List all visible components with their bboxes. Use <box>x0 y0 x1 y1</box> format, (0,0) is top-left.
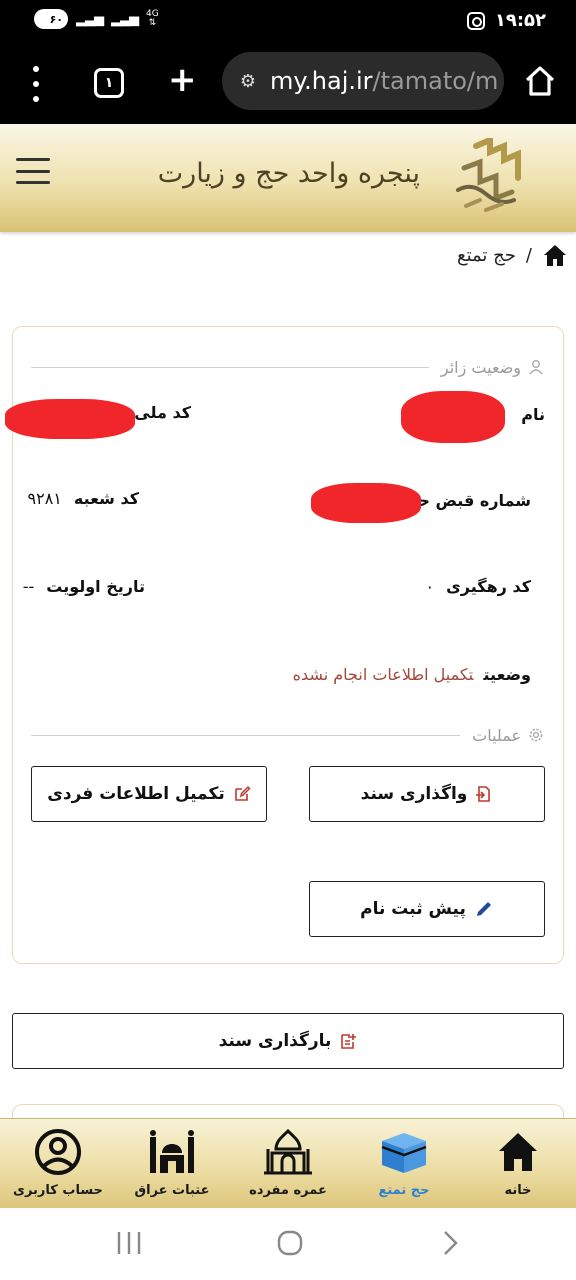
breadcrumb-separator: / <box>525 244 532 266</box>
pilgrim-status-header: وضعیت زائر <box>31 355 545 379</box>
browser-home-icon[interactable] <box>524 64 556 98</box>
url-path: /tamato/m <box>372 67 499 95</box>
browser-toolbar: ۱ + ⚙ my.haj.ir/tamato/m <box>0 44 576 124</box>
recent-apps-icon[interactable] <box>116 1228 142 1258</box>
pencil-icon <box>474 899 494 919</box>
battery-level: ۶۰ <box>49 12 63 26</box>
branch-code-field: کد شعبه۹۲۸۱ <box>27 489 140 508</box>
operations-title: عملیات <box>472 725 521 745</box>
account-icon <box>35 1129 81 1175</box>
new-tab-icon[interactable]: + <box>168 60 197 100</box>
network-type: 4G ⇅ <box>146 9 159 28</box>
signal-icon: ▂▃▅ <box>76 11 104 27</box>
redaction-mark <box>401 391 505 443</box>
nav-home-label: خانه <box>504 1183 532 1198</box>
status-value: تکمیل اطلاعات انجام نشده <box>292 665 474 684</box>
system-nav-bar <box>0 1208 576 1280</box>
nav-umrah[interactable]: عمره مفرده <box>238 1127 338 1207</box>
battery-icon: ۶۰ <box>34 9 68 29</box>
tab-count: ۱ <box>104 75 114 91</box>
url-host: my.haj.ir <box>270 67 373 95</box>
kaaba-icon <box>381 1133 427 1173</box>
site-title: پنجره واحد حج و زیارت <box>157 158 420 189</box>
home-icon[interactable] <box>542 243 568 267</box>
pilgrim-status-title: وضعیت زائر <box>440 357 521 377</box>
complete-info-label: تکمیل اطلاعات فردی <box>47 784 225 804</box>
upload-document-button[interactable]: بارگذاری سند <box>12 1013 564 1069</box>
edit-icon <box>233 785 251 803</box>
more-menu-icon[interactable] <box>24 66 48 102</box>
transfer-document-icon <box>475 785 493 803</box>
breadcrumb: / حج تمتع <box>457 240 568 270</box>
address-bar[interactable]: ⚙ my.haj.ir/tamato/m <box>222 52 504 110</box>
priority-date-field: تاریخ اولویت-- <box>22 577 145 596</box>
nav-umrah-label: عمره مفرده <box>249 1183 327 1198</box>
home-button-icon[interactable] <box>276 1228 304 1258</box>
instagram-icon <box>466 11 485 30</box>
nav-home[interactable]: خانه <box>468 1127 568 1207</box>
nav-atabat-label: عتبات عراق <box>134 1183 210 1198</box>
home-icon <box>499 1133 537 1171</box>
site-header: پنجره واحد حج و زیارت <box>0 124 576 232</box>
back-icon[interactable] <box>440 1228 462 1258</box>
clock: ۱۹:۵۲ <box>494 10 546 31</box>
hamburger-menu-icon[interactable] <box>16 158 50 184</box>
divider <box>31 734 461 736</box>
nav-atabat[interactable]: عتبات عراق <box>122 1127 222 1207</box>
upload-icon <box>339 1032 357 1050</box>
nav-hajj-tamattu[interactable]: حج تمتع <box>354 1127 454 1207</box>
nav-hajj-label: حج تمتع <box>378 1183 430 1198</box>
status-bar: ۶۰ ▂▃▅ ▂▃▅ 4G ⇅ ۱۹:۵۲ <box>0 0 576 44</box>
national-code-field: کد ملی <box>134 403 191 422</box>
breadcrumb-current: حج تمتع <box>457 244 516 266</box>
operations-header: عملیات <box>31 723 545 747</box>
pilgrim-card: وضعیت زائر نام کد ملی شماره قبض حج کد شع… <box>5 326 564 964</box>
url-text: my.haj.ir/tamato/m <box>270 67 498 95</box>
mosque-icon <box>264 1128 312 1175</box>
divider <box>31 366 429 368</box>
bottom-nav: خانه حج تمتع عمره مفرده عتبات عراق حساب … <box>0 1118 576 1208</box>
transfer-document-label: واگذاری سند <box>360 784 468 804</box>
nav-account[interactable]: حساب کاربری <box>8 1127 108 1207</box>
upload-document-label: بارگذاری سند <box>218 1031 332 1051</box>
name-field: نام <box>521 405 545 424</box>
status-field: وضعیتتکمیل اطلاعات انجام نشده <box>292 665 531 684</box>
transfer-document-button[interactable]: واگذاری سند <box>309 766 545 822</box>
shrine-icon <box>150 1130 194 1173</box>
signal-icon-2: ▂▃▅ <box>111 11 139 27</box>
pre-register-button[interactable]: پیش ثبت نام <box>309 881 545 937</box>
tab-switcher-button[interactable]: ۱ <box>94 68 124 98</box>
nav-account-label: حساب کاربری <box>13 1183 103 1198</box>
site-settings-icon[interactable]: ⚙ <box>234 71 262 92</box>
complete-info-button[interactable]: تکمیل اطلاعات فردی <box>31 766 267 822</box>
pre-register-label: پیش ثبت نام <box>360 899 466 919</box>
user-icon <box>527 358 545 376</box>
tracking-code-field: کد رهگیری۰ <box>425 577 531 596</box>
gear-icon <box>527 726 545 744</box>
receipt-number-field: شماره قبض حج <box>406 491 531 510</box>
site-logo <box>456 138 521 212</box>
redaction-mark <box>311 483 421 523</box>
redaction-mark <box>5 399 135 439</box>
